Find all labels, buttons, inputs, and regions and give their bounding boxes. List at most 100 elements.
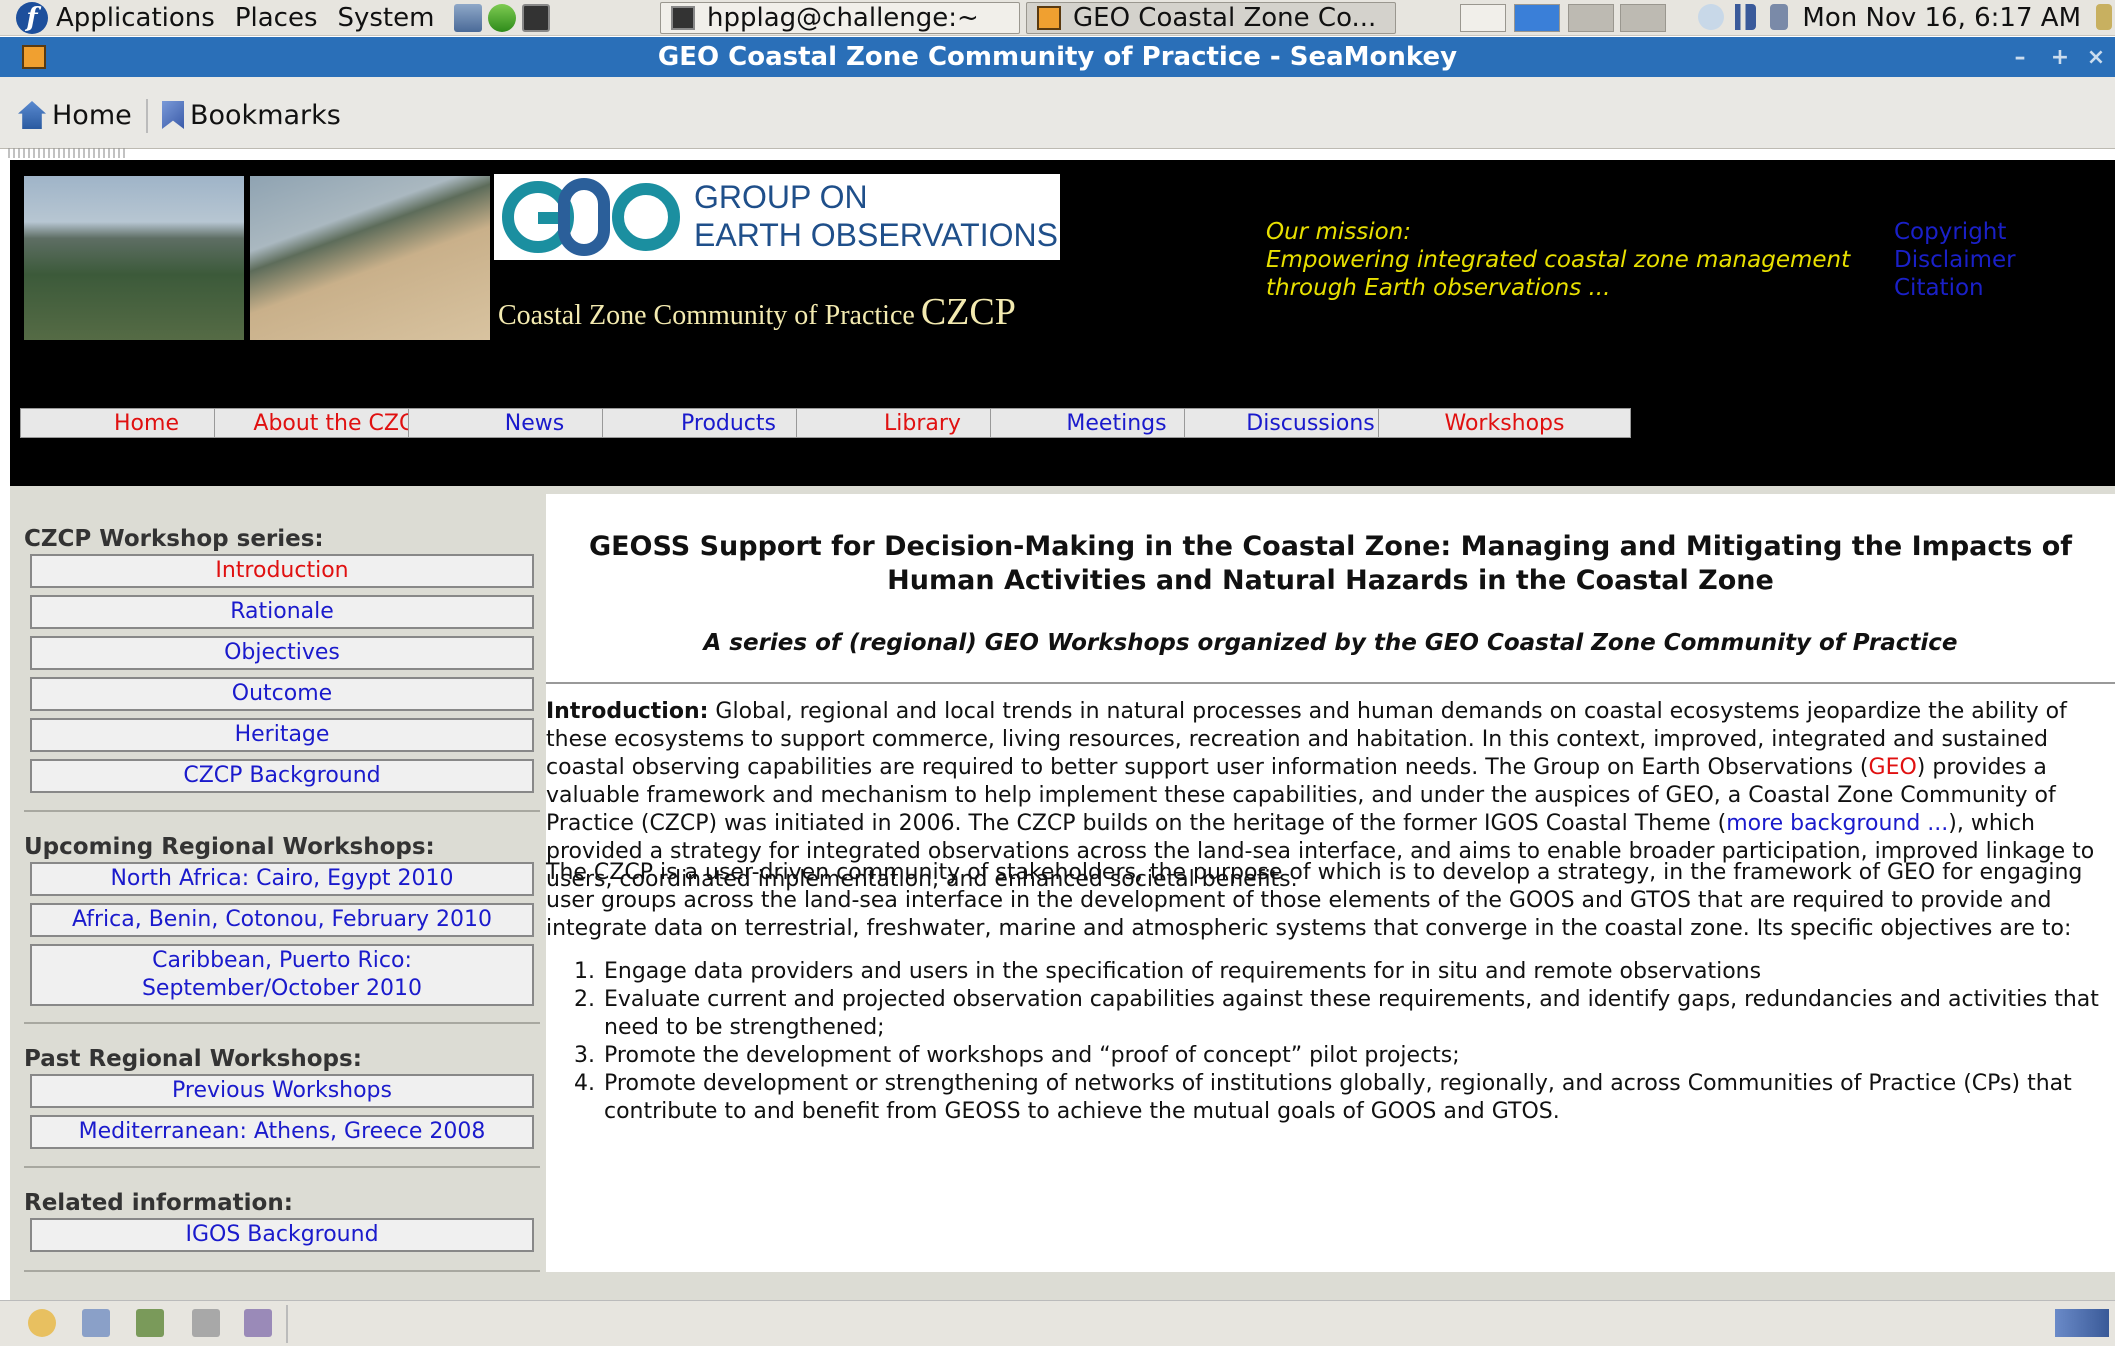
home-button[interactable]: Home [18,99,132,131]
list-item: 1. Engage data providers and users in the… [574,958,2115,986]
mail-icon[interactable] [82,1309,110,1337]
intro-text-a: Global, regional and local trends in nat… [546,699,2067,780]
terminal-icon [671,6,695,30]
sidebar: CZCP Workshop series: Introduction Ratio… [10,486,542,1302]
web-page: GROUP ON EARTH OBSERVATIONS Coastal Zone… [10,160,2115,1302]
czcp-tagline: Coastal Zone Community of Practice CZCP [498,290,1016,334]
list-item: 3. Promote the development of workshops a… [574,1042,2115,1070]
volume-icon[interactable] [2096,4,2112,30]
related-heading: Related information: [24,1190,293,1216]
city-coast-photo [24,176,244,340]
geo-link[interactable]: GEO [1869,755,1917,780]
toolbar-separator [146,99,148,133]
composer-icon[interactable] [136,1309,164,1337]
sidebar-item-rationale[interactable]: Rationale [30,595,534,629]
copyright-link[interactable]: Copyright [1894,218,2016,246]
sidebar-item-cairo[interactable]: North Africa: Cairo, Egypt 2010 [30,862,534,896]
taskbar-seamonkey[interactable]: GEO Coastal Zone Co... [1026,2,1396,34]
sidebar-item-cotonou[interactable]: Africa, Benin, Cotonou, February 2010 [30,903,534,937]
main-nav: Home About the CZCP News Products Librar… [20,408,2115,438]
status-bar [0,1300,2115,1346]
battery-icon[interactable] [1770,4,1788,30]
system-menu[interactable]: System [338,3,435,33]
sidebar-item-objectives[interactable]: Objectives [30,636,534,670]
home-icon [18,101,46,129]
sidebar-item-athens[interactable]: Mediterranean: Athens, Greece 2008 [30,1115,534,1149]
puerto-rico-line-2: September/October 2010 [141,976,423,1001]
puerto-rico-line-1: Caribbean, Puerto Rico: [152,948,412,973]
disclaimer-link[interactable]: Disclaimer [1894,246,2016,274]
runner-launcher-icon[interactable] [488,3,517,32]
minimize-button[interactable]: – [2005,43,2035,71]
page-subtitle: A series of (regional) GEO Workshops org… [703,630,1958,656]
sidebar-item-outcome[interactable]: Outcome [30,677,534,711]
czcp-full-name: Coastal Zone Community of Practice [498,300,915,331]
list-item-number: 2. [574,987,595,1012]
workspace-3[interactable] [1568,4,1614,32]
maximize-button[interactable]: + [2045,43,2075,71]
mission-statement: Our mission: Empowering integrated coast… [1266,218,1850,302]
page-title: GEOSS Support for Decision-Making in the… [546,530,2115,598]
geo-logo-line1: GROUP ON [694,179,868,215]
workspace-4[interactable] [1620,4,1666,32]
mission-label: Our mission: [1266,219,1411,245]
workspace-2[interactable] [1514,4,1560,32]
navigator-icon[interactable] [28,1309,56,1337]
taskbar-seamonkey-label: GEO Coastal Zone Co... [1073,3,1377,33]
list-item: 4. Promote development or strengthening o… [574,1070,2115,1126]
fedora-logo-icon[interactable]: f [16,1,48,34]
sidebar-divider [24,1270,540,1272]
purpose-paragraph: The CZCP is a user-driven community of s… [546,860,2083,941]
workspace-1[interactable] [1460,4,1506,32]
content-divider [546,682,2115,684]
intro-label: Introduction: [546,699,709,724]
window-titlebar[interactable]: GEO Coastal Zone Community of Practice -… [0,37,2115,77]
sidebar-item-czcp-background[interactable]: CZCP Background [30,759,534,793]
sidebar-divider [24,810,540,812]
applications-menu[interactable]: Applications [56,3,215,33]
beach-photo [250,176,490,340]
nav-workshops[interactable]: Workshops [1378,408,1631,438]
main-content: GEOSS Support for Decision-Making in the… [546,494,2115,1272]
mission-line-2: through Earth observations ... [1266,275,1611,301]
more-background-link[interactable]: more background ... [1726,811,1948,836]
gnome-top-panel: f Applications Places System hpplag@chal… [0,0,2115,36]
geo-logo-mark [502,178,680,256]
places-menu[interactable]: Places [235,3,318,33]
sidebar-item-igos-background[interactable]: IGOS Background [30,1218,534,1252]
bookmarks-label: Bookmarks [190,99,341,131]
series-heading: CZCP Workshop series: [24,526,324,552]
terminal-launcher-icon[interactable] [522,3,551,32]
chat-icon[interactable] [244,1309,272,1337]
past-heading: Past Regional Workshops: [24,1046,362,1072]
list-item-text: Promote development or strengthening of … [604,1071,2072,1124]
sidebar-divider [24,1166,540,1168]
network-launcher-icon[interactable] [454,3,483,32]
personal-toolbar: Home Bookmarks [0,77,2115,149]
taskbar-terminal[interactable]: hpplag@challenge:~ [660,2,1020,34]
seamonkey-icon [1037,6,1061,30]
toolbar-grippy[interactable] [8,148,128,158]
address-book-icon[interactable] [192,1309,220,1337]
network-signal-icon[interactable] [1730,4,1756,30]
citation-link[interactable]: Citation [1894,274,2016,302]
sidebar-item-introduction[interactable]: Introduction [30,554,534,588]
sidebar-item-heritage[interactable]: Heritage [30,718,534,752]
bookmarks-icon [162,101,184,129]
mission-line-1: Empowering integrated coastal zone manag… [1266,247,1851,273]
clock[interactable]: Mon Nov 16, 6:17 AM [1802,0,2081,36]
window-menu-icon[interactable] [22,45,46,69]
objectives-list: 1. Engage data providers and users in the… [574,958,2115,1126]
page-title-line-1: GEOSS Support for Decision-Making in the… [588,531,2073,562]
sidebar-divider [24,1022,540,1024]
bookmarks-button[interactable]: Bookmarks [162,99,341,131]
geo-logo[interactable]: GROUP ON EARTH OBSERVATIONS [494,174,1060,260]
status-divider [286,1305,288,1343]
sidebar-item-puerto-rico[interactable]: Caribbean, Puerto Rico: September/Octobe… [30,944,534,1006]
update-notifier-icon[interactable] [1698,4,1724,30]
list-item: 2. Evaluate current and projected observa… [574,986,2115,1042]
close-button[interactable]: × [2081,43,2111,71]
sidebar-item-previous-workshops[interactable]: Previous Workshops [30,1074,534,1108]
site-header: GROUP ON EARTH OBSERVATIONS Coastal Zone… [10,160,2115,486]
online-status-icon[interactable] [2055,1309,2109,1337]
